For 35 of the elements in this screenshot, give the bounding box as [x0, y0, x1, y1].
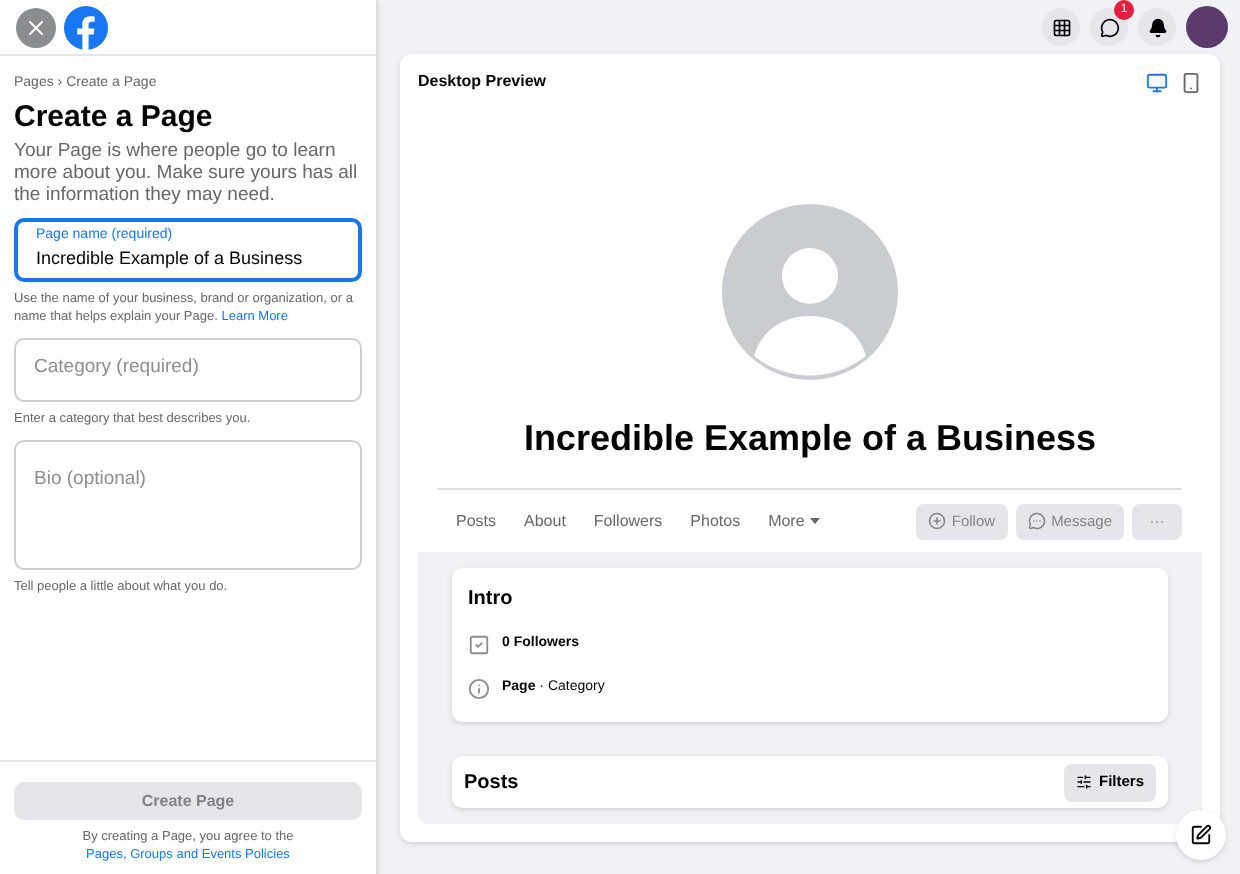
text-field[interactable]: Category (required): [14, 337, 362, 401]
posts-title: Posts: [464, 769, 519, 797]
page-description: Your Page is where people go to learn more about you. Make sure yours has all the information they may need.: [14, 139, 360, 205]
page-title: Create a Page: [14, 99, 215, 135]
intro-title: Intro: [468, 586, 515, 614]
field-value: Incredible Example of a Business: [36, 246, 303, 272]
preview-title: Desktop Preview: [418, 70, 547, 94]
profile-tab[interactable]: Photos: [690, 509, 741, 533]
profile-tab[interactable]: Posts: [456, 509, 497, 533]
profile-tab[interactable]: More: [768, 509, 821, 533]
grid-icon: [1051, 17, 1071, 37]
sliders-icon: [1076, 774, 1093, 790]
checkbox-icon: [468, 633, 490, 655]
f-logo-icon[interactable]: [64, 5, 108, 49]
bio-field[interactable]: Bio (optional): [14, 439, 362, 569]
profile-silhouette-icon: [718, 200, 902, 384]
notifications-button[interactable]: [1138, 8, 1176, 46]
compose-button[interactable]: [1176, 810, 1226, 860]
chat-bubble-icon: [1099, 17, 1119, 37]
bell-icon: [1147, 17, 1167, 37]
menu-button[interactable]: [1042, 8, 1080, 46]
pen-square-icon: [1190, 824, 1212, 846]
chat-bubble-icon: [1027, 512, 1046, 530]
close-icon: [24, 15, 48, 39]
desktop-icon[interactable]: [1146, 71, 1168, 93]
close-button[interactable]: [16, 7, 56, 47]
field-placeholder: Category (required): [34, 354, 199, 383]
field-placeholder: Bio (optional): [34, 465, 146, 493]
profile-tab[interactable]: About: [524, 509, 566, 533]
plus-icon: [927, 512, 946, 530]
avatar[interactable]: [1186, 6, 1228, 48]
info-icon: [468, 677, 490, 699]
business-name: Incredible Example of a Business: [523, 416, 1097, 462]
profile-tab[interactable]: Followers: [593, 509, 663, 533]
phone-icon[interactable]: [1180, 71, 1202, 93]
